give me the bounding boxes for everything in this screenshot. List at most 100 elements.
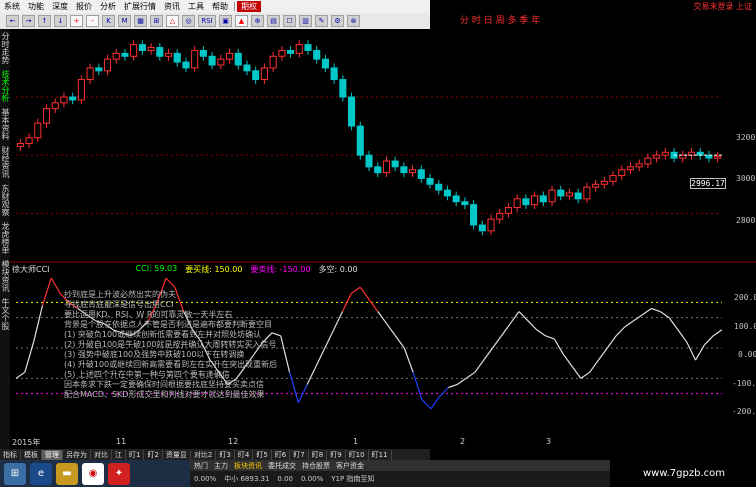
square-icon[interactable]: ▣ — [219, 15, 232, 27]
menu-item-tools[interactable]: 工具 — [184, 1, 208, 12]
candle-body — [321, 58, 329, 69]
candle-body — [513, 198, 521, 209]
minute-icon[interactable]: M — [118, 15, 131, 27]
left-tab-timeshare[interactable]: 分时走势 — [0, 29, 10, 67]
candle-body — [592, 183, 600, 188]
menu-item-extended[interactable]: 扩展行情 — [120, 1, 160, 12]
tab-ding4[interactable]: 盯4 — [235, 449, 254, 460]
watermark: www.7gpzb.com — [612, 460, 756, 487]
forward-icon[interactable]: → — [22, 15, 35, 27]
desc-line: 抄到底是上升波必然出实的伪夫 — [64, 290, 176, 299]
window-icon[interactable]: ⊞ — [150, 15, 163, 27]
tab-ding5[interactable]: 盯5 — [253, 449, 272, 460]
folder-icon[interactable]: ▬ — [56, 462, 78, 485]
pen-icon[interactable]: ✎ — [315, 15, 328, 27]
close-icon[interactable]: ⊗ — [347, 15, 360, 27]
tab-ding11[interactable]: 盯11 — [369, 449, 392, 460]
tab-ding7[interactable]: 盯7 — [290, 449, 309, 460]
menu-item-depth[interactable]: 深度 — [48, 1, 72, 12]
ticker-pct: 0.00% — [194, 475, 217, 483]
cci-tick-0: 0.00 — [738, 350, 756, 359]
candle-body — [574, 192, 582, 200]
tab-jiang[interactable]: 江 — [112, 449, 126, 460]
left-tab-fundamental[interactable]: 基本资料 — [0, 105, 10, 143]
windows-taskbar: ⊞ e ▬ ◉ ✦ — [0, 460, 190, 487]
target-icon[interactable]: ◎ — [182, 15, 195, 27]
tab-compare[interactable]: 对比 — [91, 449, 112, 460]
tab-ding10[interactable]: 盯10 — [346, 449, 369, 460]
status-main[interactable]: 主力 — [214, 461, 228, 471]
status-orders[interactable]: 委托成交 — [268, 461, 296, 471]
tab-manage[interactable]: 管理 — [42, 449, 63, 460]
menu-item-news[interactable]: 资讯 — [160, 1, 184, 12]
app-icon[interactable]: ◉ — [82, 462, 104, 485]
left-tab-finance-news[interactable]: 财经资讯 — [0, 143, 10, 181]
tab-ding2[interactable]: 盯2 — [144, 449, 163, 460]
tab-ding8[interactable]: 盯8 — [309, 449, 328, 460]
indicator-name[interactable]: 徐大师CCI — [12, 264, 50, 276]
tab-template[interactable]: 模板 — [21, 449, 42, 460]
menu-item-help[interactable]: 帮助 — [208, 1, 232, 12]
zoom-out-icon[interactable]: - — [86, 15, 99, 27]
cci-value: CCI: 59.03 — [135, 264, 178, 273]
menu-item-function[interactable]: 功能 — [24, 1, 48, 12]
candle-body — [234, 52, 242, 66]
candle-body — [51, 102, 59, 110]
plus-circle-icon[interactable]: ⊕ — [251, 15, 264, 27]
candle-body — [217, 58, 225, 66]
cci-segment — [456, 377, 467, 385]
tab-compare2[interactable]: 对比2 — [191, 449, 217, 460]
tab-ding1[interactable]: 盯1 — [126, 449, 145, 460]
zoom-in-icon[interactable]: + — [70, 15, 83, 27]
cci-segment — [712, 329, 723, 337]
desc-line: (3) 强势中破底100及强势中跌破100以下在转调换 — [64, 350, 245, 359]
stock-app-icon[interactable]: ✦ — [108, 462, 130, 485]
candle-body — [138, 44, 146, 51]
left-tab-observe[interactable]: 东财观察 — [0, 181, 10, 219]
up-icon[interactable]: ↑ — [38, 15, 51, 27]
menu-item-analysis[interactable]: 分析 — [96, 1, 120, 12]
left-tab-module-news[interactable]: 模块资讯 — [0, 257, 10, 295]
menu-item-options[interactable]: 期权 — [237, 1, 261, 12]
cci-segment — [483, 347, 494, 361]
alert-icon[interactable]: ▲ — [235, 15, 248, 27]
status-funds[interactable]: 客户资金 — [336, 461, 364, 471]
table-icon[interactable]: ▥ — [299, 15, 312, 27]
list-icon[interactable]: ▤ — [267, 15, 280, 27]
kline-icon[interactable]: K — [102, 15, 115, 27]
triangle-icon[interactable]: △ — [166, 15, 179, 27]
candle-body — [95, 67, 103, 72]
menu-item-system[interactable]: 系统 — [0, 1, 24, 12]
left-tab-bar: 分时走势 技术分析 基本资料 财经资讯 东财观察 龙虎榜单 模块资讯 牛文个股 — [0, 29, 10, 449]
down-icon[interactable]: ↓ — [54, 15, 67, 27]
candle-body — [330, 67, 338, 81]
browser-icon[interactable]: e — [30, 462, 52, 485]
left-tab-stock[interactable]: 牛文个股 — [0, 295, 10, 333]
cci-segment — [165, 277, 176, 288]
left-tab-technical[interactable]: 技术分析 — [0, 67, 10, 105]
cci-segment — [41, 277, 52, 306]
start-icon[interactable]: ⊞ — [4, 462, 26, 485]
left-tab-dragon-tiger[interactable]: 龙虎榜单 — [0, 219, 10, 257]
box-icon[interactable]: ☐ — [283, 15, 296, 27]
cci-segment — [368, 299, 379, 312]
period-selector[interactable]: 分 时 日 周 多 季 年 — [430, 13, 756, 29]
tab-ding3[interactable]: 盯3 — [216, 449, 235, 460]
cci-segment — [553, 338, 564, 355]
price-tick-3200: 3200 — [736, 133, 755, 142]
rsi-icon[interactable]: RSI — [198, 15, 216, 27]
menu-item-quote[interactable]: 报价 — [72, 1, 96, 12]
status-sector-news[interactable]: 板块资讯 — [234, 461, 262, 471]
candle-body — [313, 49, 321, 60]
tab-indicator[interactable]: 指标 — [0, 449, 21, 460]
time-tick-2: 2 — [460, 437, 466, 446]
tab-save-as[interactable]: 另存为 — [63, 449, 91, 460]
status-positions[interactable]: 持仓股票 — [302, 461, 330, 471]
back-icon[interactable]: ← — [6, 15, 19, 27]
gear-icon[interactable]: ⚙ — [331, 15, 344, 27]
status-hot[interactable]: 热门 — [194, 461, 208, 471]
tab-ding6[interactable]: 盯6 — [272, 449, 291, 460]
tab-volume[interactable]: 资量显 — [163, 449, 191, 460]
tab-ding9[interactable]: 盯9 — [327, 449, 346, 460]
grid-icon[interactable]: ▦ — [134, 15, 147, 27]
